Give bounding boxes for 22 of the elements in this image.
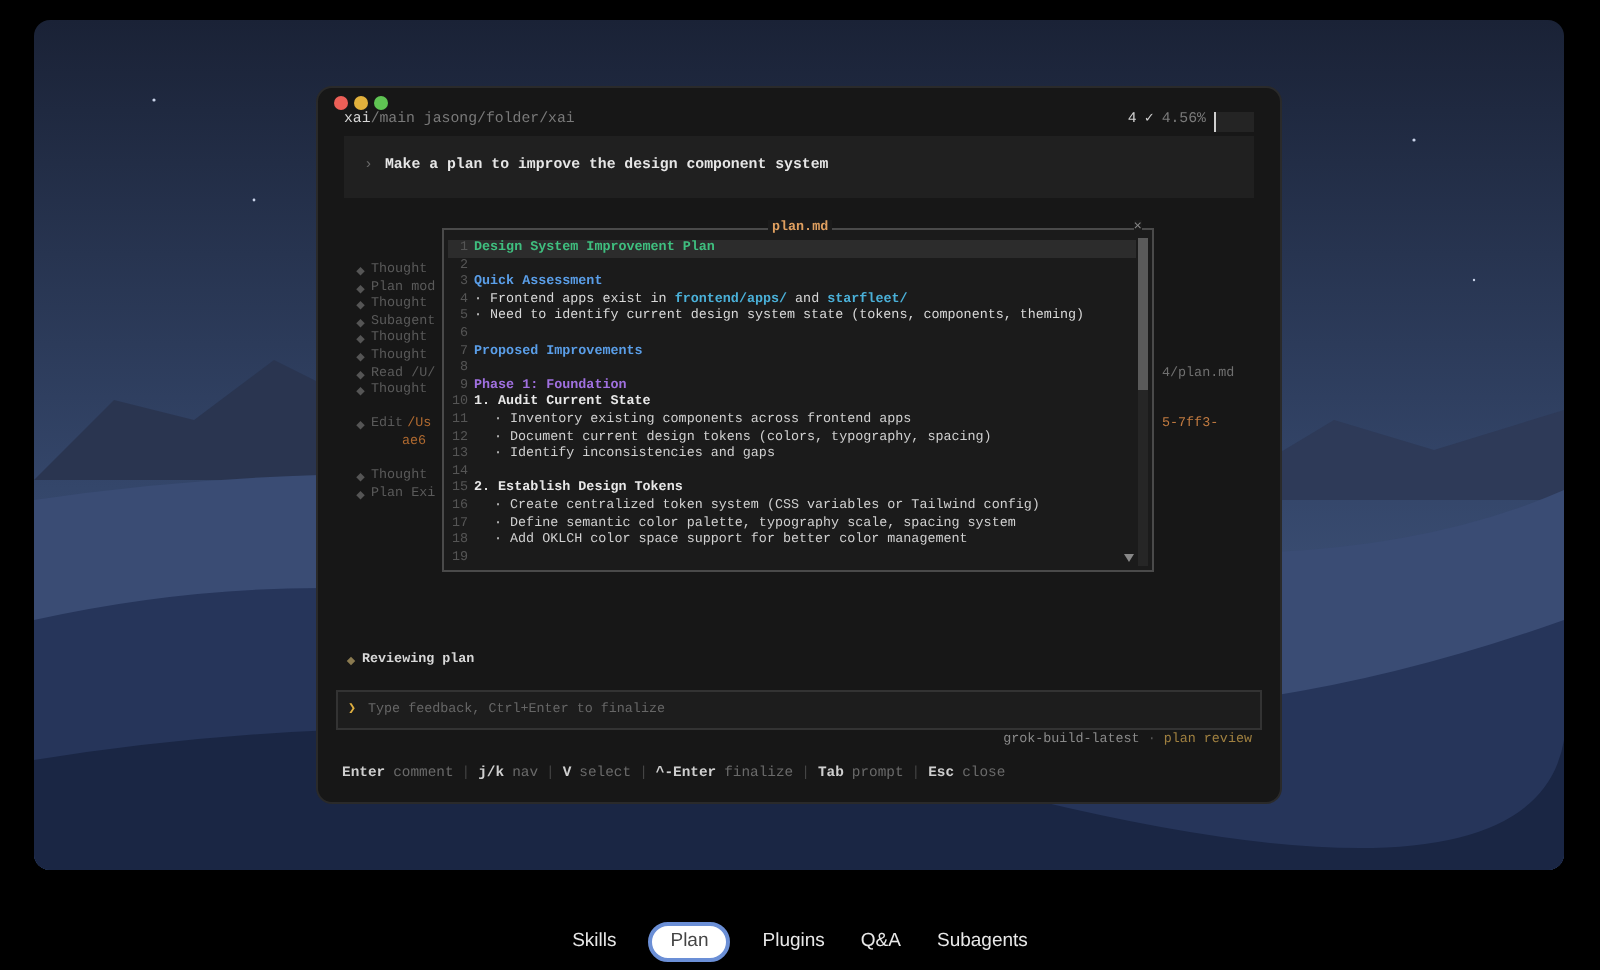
tab[interactable]: Subagents: [932, 922, 1032, 962]
bullet-icon: [356, 370, 365, 378]
tab[interactable]: Plugins: [758, 922, 829, 962]
tab[interactable]: Skills: [568, 922, 621, 962]
tab[interactable]: Q&A: [856, 922, 905, 962]
bullet-icon: [356, 267, 365, 275]
bullet-icon: [356, 490, 365, 498]
bullet-icon: [356, 301, 365, 309]
scroll-down-icon[interactable]: [1124, 554, 1134, 562]
scrollbar-thumb[interactable]: [1138, 238, 1148, 390]
close-window-icon[interactable]: [334, 96, 348, 110]
minimize-window-icon[interactable]: [354, 96, 368, 110]
bullet-icon: [356, 473, 365, 481]
bullet-icon: [356, 387, 365, 395]
cursor-field: [1214, 112, 1254, 132]
bullet-icon: [356, 353, 365, 361]
bullet-icon: [356, 318, 365, 326]
bullet-icon: [356, 421, 365, 429]
maximize-window-icon[interactable]: [374, 96, 388, 110]
bullet-icon: [356, 284, 365, 292]
tab[interactable]: Plan: [648, 922, 731, 962]
bullet-icon: [356, 335, 365, 343]
